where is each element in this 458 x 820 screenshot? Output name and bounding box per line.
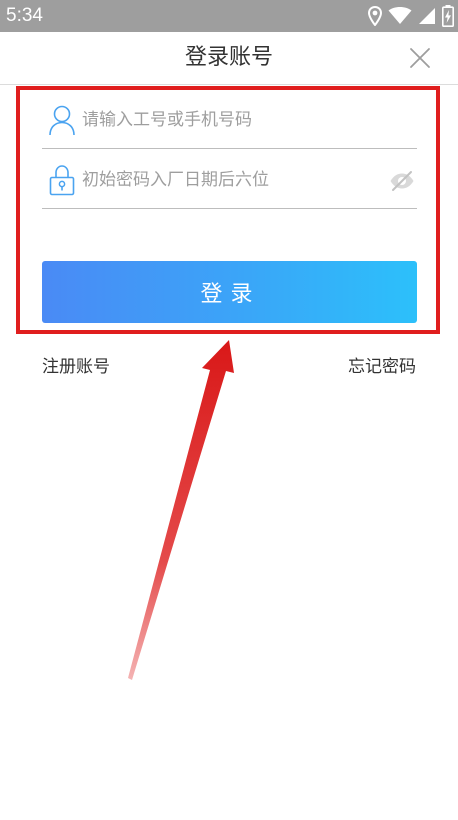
login-button[interactable]: 登录 xyxy=(42,261,417,323)
wifi-icon xyxy=(388,7,412,25)
username-field xyxy=(42,92,417,149)
title-bar: 登录账号 xyxy=(0,32,458,85)
username-input[interactable] xyxy=(82,106,382,134)
forgot-password-link[interactable]: 忘记密码 xyxy=(348,355,416,379)
login-screen: 5:34 登录账号 请输入工号或手机号码 登录 注册账号 忘记密码 xyxy=(0,0,458,820)
close-button[interactable] xyxy=(408,46,432,70)
status-icons xyxy=(368,5,454,27)
eye-off-icon[interactable] xyxy=(389,170,415,192)
register-link[interactable]: 注册账号 xyxy=(42,355,110,379)
location-icon xyxy=(368,6,382,26)
status-time: 5:34 xyxy=(6,5,43,26)
signal-icon xyxy=(418,7,436,25)
lock-icon xyxy=(49,165,75,196)
password-input[interactable] xyxy=(82,166,382,194)
password-field xyxy=(42,152,417,209)
user-icon xyxy=(49,105,75,136)
close-icon xyxy=(410,48,430,68)
status-bar: 5:34 xyxy=(0,0,458,32)
battery-icon xyxy=(442,5,454,27)
page-title: 登录账号 xyxy=(184,45,273,70)
